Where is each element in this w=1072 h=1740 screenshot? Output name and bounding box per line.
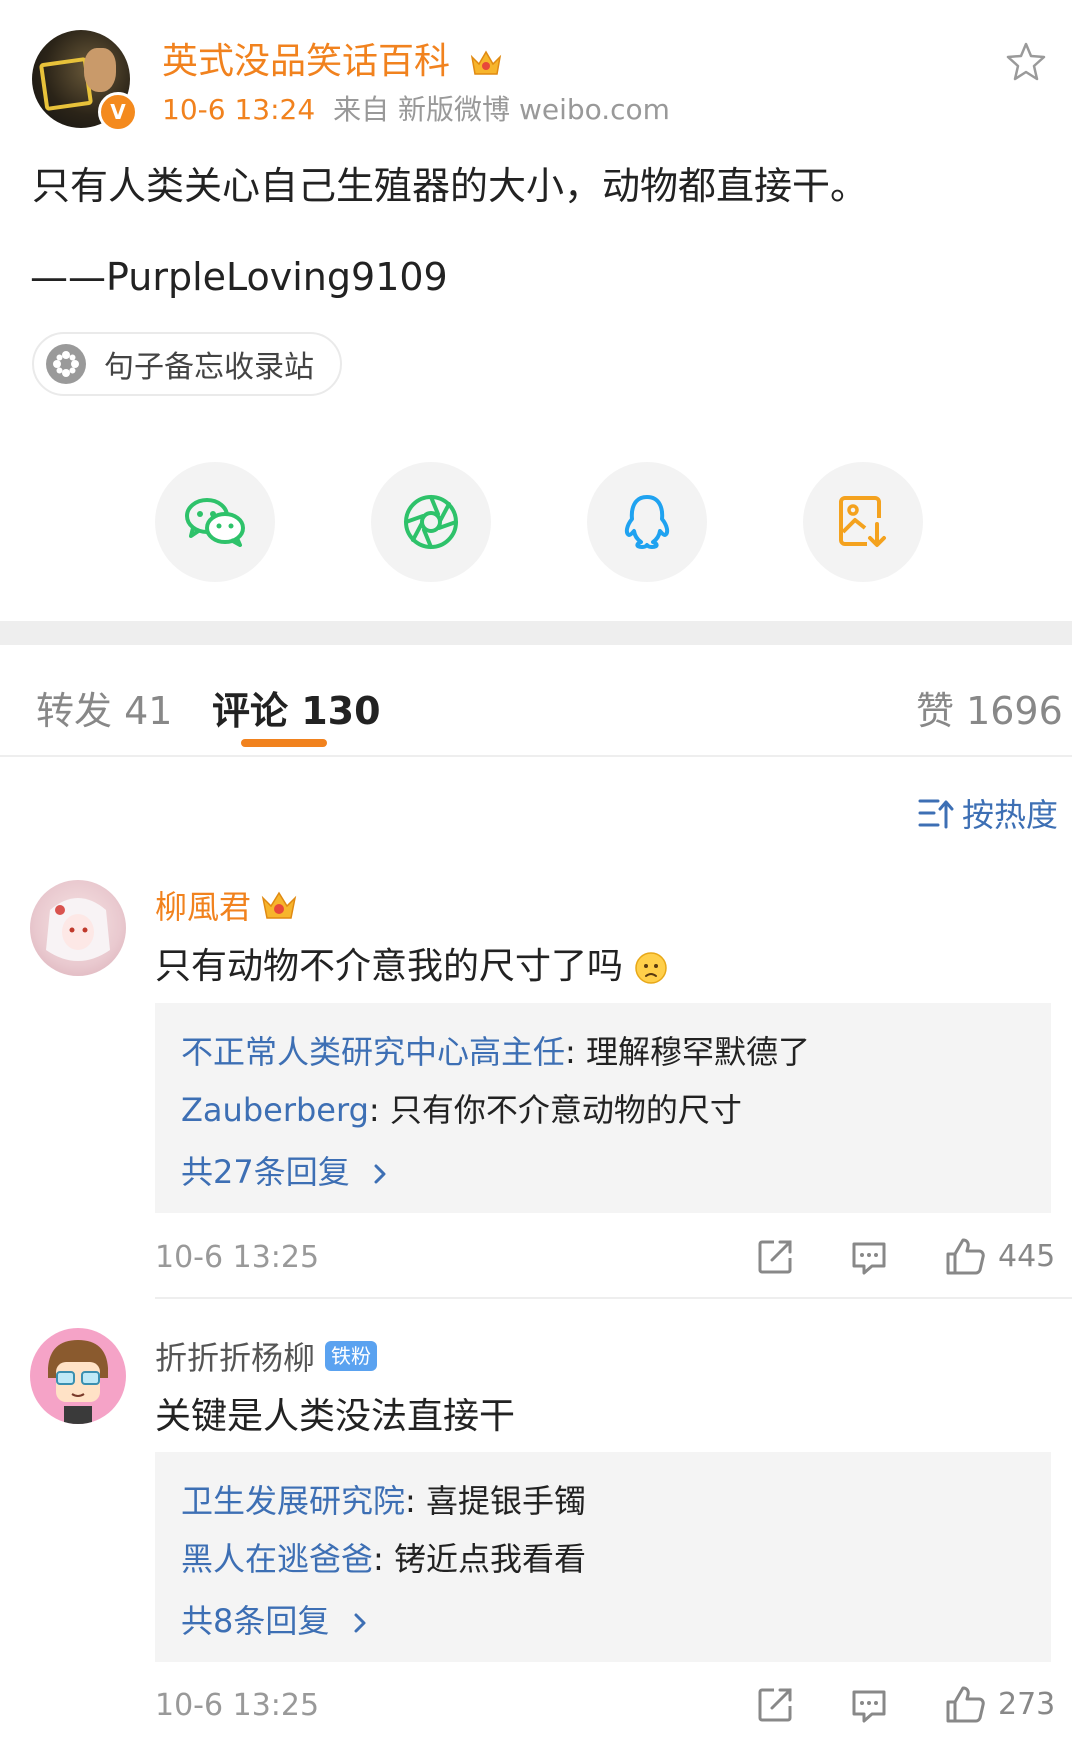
reply-author[interactable]: 黑人在逃爸爸 bbox=[181, 1540, 373, 1578]
post-signature: ——PurpleLoving9109 bbox=[30, 255, 448, 299]
comment-time: 10-6 13:25 bbox=[155, 1688, 320, 1723]
commenter-avatar[interactable] bbox=[30, 1328, 126, 1424]
sort-icon bbox=[918, 799, 954, 829]
post-time: 10-6 13:24 bbox=[162, 93, 316, 126]
like-count: 273 bbox=[998, 1686, 1056, 1722]
tag-label: 句子备忘收录站 bbox=[104, 350, 314, 385]
forward-icon[interactable] bbox=[756, 1238, 794, 1276]
reply-text: : 喜提银手镯 bbox=[405, 1482, 586, 1520]
like-button[interactable]: 445 bbox=[944, 1236, 1055, 1276]
active-tab-indicator bbox=[241, 739, 327, 747]
wechat-icon bbox=[185, 498, 245, 547]
commenter-avatar[interactable] bbox=[30, 880, 126, 976]
more-replies-link[interactable]: 共27条回复 bbox=[181, 1147, 390, 1193]
post-text: 只有人类关心自己生殖器的大小，动物都直接干。 bbox=[32, 164, 869, 208]
reply-text: : 理解穆罕默德了 bbox=[565, 1033, 810, 1071]
share-moments-button[interactable] bbox=[371, 462, 491, 582]
favorite-star-icon[interactable] bbox=[1004, 40, 1048, 84]
post-source: 来自 新版微博 weibo.com bbox=[333, 93, 670, 126]
topic-tag[interactable]: 句子备忘收录站 bbox=[32, 332, 342, 396]
thumbs-up-icon bbox=[946, 1238, 985, 1275]
vip-crown-icon bbox=[471, 50, 502, 75]
comment-text: 关键是人类没法直接干 bbox=[155, 1396, 516, 1437]
comment-icon[interactable] bbox=[850, 1238, 888, 1276]
save-image-button[interactable] bbox=[803, 462, 923, 582]
more-replies-link[interactable]: 共8条回复 bbox=[181, 1596, 370, 1642]
reply-item: 不正常人类研究中心高主任: 理解穆罕默德了 bbox=[181, 1027, 810, 1073]
reply-item: 黑人在逃爸爸: 铐近点我看看 bbox=[181, 1534, 586, 1580]
comment-time: 10-6 13:25 bbox=[155, 1240, 320, 1275]
moments-icon bbox=[404, 495, 458, 549]
commenter-name[interactable]: 折折折杨柳 bbox=[155, 1333, 315, 1379]
reply-preview-box[interactable]: 不正常人类研究中心高主任: 理解穆罕默德了 Zauberberg: 只有你不介意… bbox=[155, 1003, 1051, 1213]
comment-separator bbox=[155, 1297, 1072, 1299]
reply-author[interactable]: 卫生发展研究院 bbox=[181, 1482, 405, 1520]
author-name[interactable]: 英式没品笑话百科 bbox=[162, 41, 450, 82]
forward-icon[interactable] bbox=[756, 1686, 794, 1724]
save-image-icon bbox=[839, 496, 886, 547]
qq-icon bbox=[624, 495, 670, 549]
chevron-right-icon bbox=[374, 1164, 386, 1184]
like-button[interactable]: 273 bbox=[944, 1684, 1055, 1724]
sort-toggle[interactable]: 按热度 bbox=[918, 790, 1058, 836]
author-name-row[interactable]: 英式没品笑话百科 bbox=[162, 32, 503, 84]
like-count: 445 bbox=[998, 1238, 1056, 1274]
weibo-post-page: V 英式没品笑话百科 10-6 13:24 来自 新版微博 weibo.com 只… bbox=[0, 0, 1072, 1740]
commenter-name-row[interactable]: 折折折杨柳 铁粉 bbox=[155, 1333, 378, 1379]
commenter-name[interactable]: 柳風君 bbox=[155, 882, 251, 928]
tab-comments[interactable]: 评论 130 bbox=[212, 680, 381, 735]
tag-flower-icon bbox=[46, 344, 86, 384]
reply-preview-box[interactable]: 卫生发展研究院: 喜提银手镯 黑人在逃爸爸: 铐近点我看看 共8条回复 bbox=[155, 1452, 1051, 1662]
reply-author[interactable]: Zauberberg bbox=[181, 1091, 369, 1129]
post-meta: 10-6 13:24 来自 新版微博 weibo.com bbox=[162, 88, 670, 128]
verified-badge-icon: V bbox=[98, 92, 138, 132]
thumbs-up-icon bbox=[946, 1686, 985, 1723]
share-qq-button[interactable] bbox=[587, 462, 707, 582]
commenter-name-row[interactable]: 柳風君 bbox=[155, 882, 299, 928]
reply-author[interactable]: 不正常人类研究中心高主任 bbox=[181, 1033, 565, 1071]
share-wechat-button[interactable] bbox=[155, 462, 275, 582]
chevron-right-icon bbox=[354, 1613, 366, 1633]
reply-text: : 铐近点我看看 bbox=[373, 1540, 586, 1578]
vip-crown-icon bbox=[261, 891, 297, 919]
section-divider bbox=[0, 621, 1072, 645]
sad-face-emoji-icon bbox=[635, 952, 668, 984]
tab-likes[interactable]: 赞 1696 bbox=[916, 680, 1063, 735]
reply-text: : 只有你不介意动物的尺寸 bbox=[368, 1091, 742, 1129]
reply-item: 卫生发展研究院: 喜提银手镯 bbox=[181, 1476, 586, 1522]
fan-badge: 铁粉 bbox=[325, 1341, 378, 1371]
reply-item: Zauberberg: 只有你不介意动物的尺寸 bbox=[181, 1085, 742, 1131]
comment-icon[interactable] bbox=[850, 1686, 888, 1724]
tab-reposts[interactable]: 转发 41 bbox=[36, 680, 172, 735]
comment-text: 只有动物不介意我的尺寸了吗 bbox=[155, 937, 668, 989]
sort-label: 按热度 bbox=[962, 796, 1059, 834]
